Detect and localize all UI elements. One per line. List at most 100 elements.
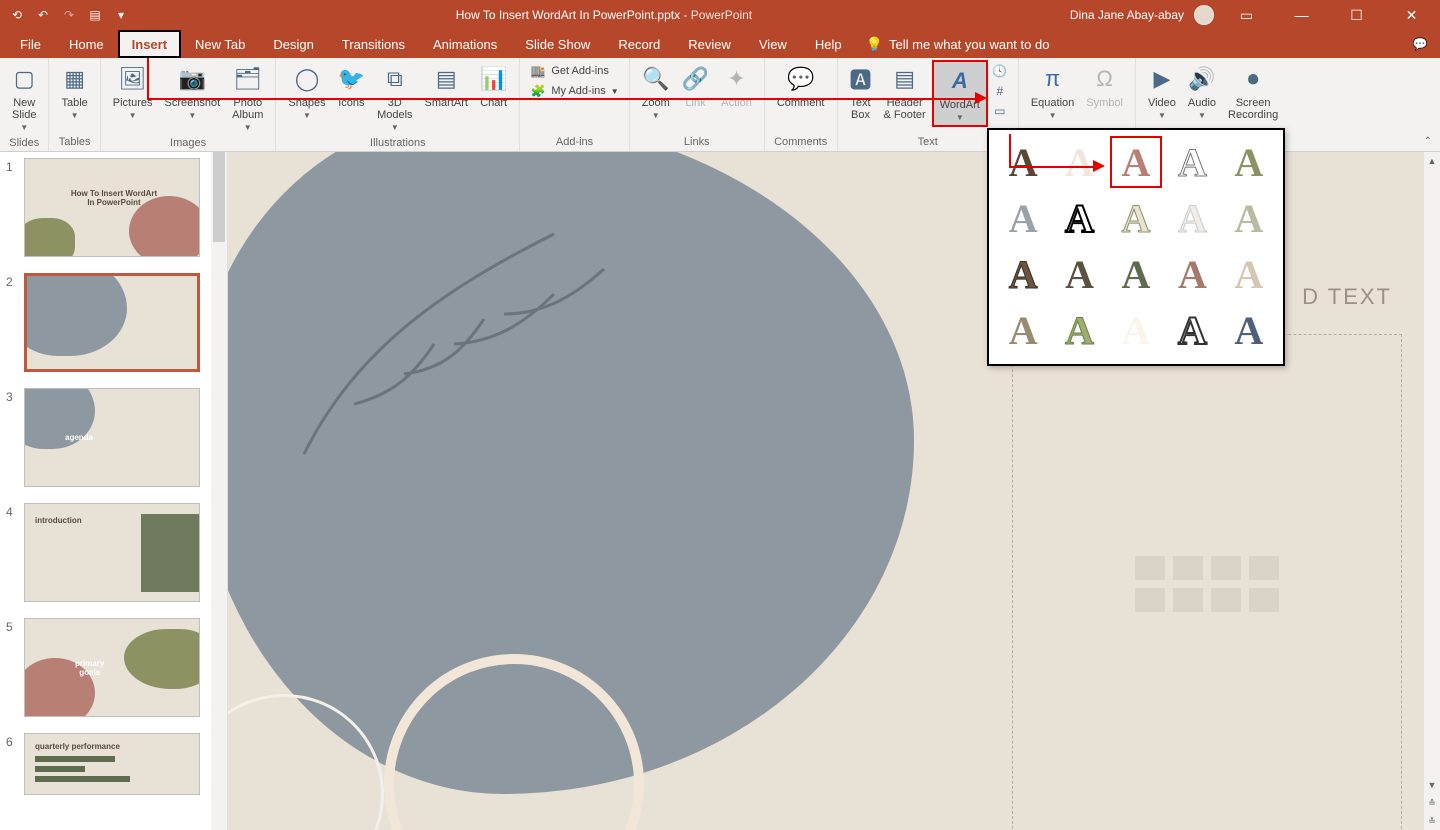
user-avatar[interactable] — [1194, 5, 1214, 25]
wordart-style-3-2[interactable]: A — [1110, 304, 1162, 356]
wordart-style-0-0[interactable]: A — [997, 136, 1049, 188]
puzzle-icon: 🧩 — [530, 83, 546, 99]
ribbon-display-options-icon[interactable]: ▭ — [1224, 0, 1269, 30]
tab-insert[interactable]: Insert — [118, 30, 181, 58]
share-icon[interactable]: 💬 — [1400, 30, 1440, 58]
thumbnail-4[interactable]: 4 introduction — [0, 503, 227, 602]
wordart-gallery[interactable]: AAAAAAAAAAAAAAAAAAAA — [987, 128, 1285, 366]
new-slide-button[interactable]: ▢ New Slide ▼ — [6, 60, 42, 135]
tell-me-search[interactable]: 💡 Tell me what you want to do — [866, 30, 1050, 58]
close-button[interactable]: ✕ — [1389, 0, 1434, 30]
shapes-button[interactable]: ◯ Shapes ▼ — [282, 60, 331, 123]
qat-customize-icon[interactable]: ▾ — [112, 6, 130, 24]
tab-home[interactable]: Home — [55, 30, 118, 58]
tab-design[interactable]: Design — [259, 30, 327, 58]
start-from-beginning-icon[interactable]: ▤ — [86, 6, 104, 24]
wordart-style-1-3[interactable]: A — [1166, 192, 1218, 244]
thumbnail-5[interactable]: 5 primary goals — [0, 618, 227, 717]
wordart-style-2-1[interactable]: A — [1053, 248, 1105, 300]
wordart-style-2-2[interactable]: A — [1110, 248, 1162, 300]
wordart-style-0-4[interactable]: A — [1223, 136, 1275, 188]
scroll-down-icon[interactable]: ▼ — [1424, 776, 1440, 794]
tab-review[interactable]: Review — [674, 30, 745, 58]
video-button[interactable]: ▶ Video ▼ — [1142, 60, 1182, 123]
equation-button[interactable]: π Equation ▼ — [1025, 60, 1080, 123]
wordart-style-3-3[interactable]: A — [1166, 304, 1218, 356]
wordart-style-1-2[interactable]: A — [1110, 192, 1162, 244]
insert-smartart-icon[interactable] — [1211, 556, 1241, 580]
thumbnail-2[interactable]: 2 — [0, 273, 227, 372]
title-placeholder-text[interactable]: D TEXT — [1302, 284, 1392, 310]
tab-transitions[interactable]: Transitions — [328, 30, 419, 58]
editor-vertical-scrollbar[interactable]: ▲ ▼ ≙ ≚ — [1424, 152, 1440, 830]
group-addins: 🏬Get Add-ins 🧩My Add-ins ▼ Add-ins — [520, 58, 629, 151]
new-slide-icon: ▢ — [14, 63, 35, 95]
table-button[interactable]: ▦ Table ▼ — [55, 60, 93, 123]
pictures-button[interactable]: 🖼 Pictures ▼ — [107, 60, 159, 123]
tab-record[interactable]: Record — [604, 30, 674, 58]
thumbnail-3[interactable]: 3 agenda — [0, 388, 227, 487]
wordart-style-3-4[interactable]: A — [1223, 304, 1275, 356]
insert-icon-icon[interactable] — [1249, 588, 1279, 612]
thumbnail-scrollbar[interactable] — [211, 152, 227, 830]
comment-button[interactable]: 💬 Comment — [771, 60, 831, 112]
smartart-button[interactable]: ▤ SmartArt — [419, 60, 474, 112]
wordart-style-1-0[interactable]: A — [997, 192, 1049, 244]
my-addins-button[interactable]: 🧩My Add-ins ▼ — [530, 83, 618, 99]
group-images: 🖼 Pictures ▼ 📷 Screenshot ▼ 🗂 Photo Albu… — [101, 58, 277, 151]
wordart-style-3-0[interactable]: A — [997, 304, 1049, 356]
audio-icon: 🔊 — [1188, 63, 1215, 95]
wordart-style-3-1[interactable]: A — [1053, 304, 1105, 356]
wordart-style-2-4[interactable]: A — [1223, 248, 1275, 300]
thumbnail-1[interactable]: 1 How To Insert WordArt In PowerPoint — [0, 158, 227, 257]
insert-online-picture-icon[interactable] — [1173, 588, 1203, 612]
date-time-button[interactable]: 🕓 — [992, 63, 1008, 79]
chevron-down-icon: ▼ — [1158, 111, 1166, 120]
wordart-style-1-4[interactable]: A — [1223, 192, 1275, 244]
zoom-button[interactable]: 🔍 Zoom ▼ — [636, 60, 676, 123]
insert-chart-icon[interactable] — [1173, 556, 1203, 580]
collapse-ribbon-icon[interactable]: ⌃ — [1424, 136, 1432, 147]
tab-newtab[interactable]: New Tab — [181, 30, 259, 58]
tab-help[interactable]: Help — [801, 30, 856, 58]
icons-icon: 🐦 — [338, 63, 365, 95]
wordart-style-2-3[interactable]: A — [1166, 248, 1218, 300]
photo-album-icon: 🗂 — [234, 63, 262, 95]
autosave-icon[interactable]: ⟲ — [8, 6, 26, 24]
minimize-button[interactable]: — — [1279, 0, 1324, 30]
slide-thumbnail-panel[interactable]: 1 How To Insert WordArt In PowerPoint 2 … — [0, 152, 228, 830]
thumbnail-6[interactable]: 6 quarterly performance — [0, 733, 227, 795]
get-addins-button[interactable]: 🏬Get Add-ins — [530, 63, 618, 79]
previous-slide-icon[interactable]: ≙ — [1424, 794, 1440, 812]
insert-video-icon[interactable] — [1211, 588, 1241, 612]
icons-button[interactable]: 🐦 Icons — [332, 60, 371, 112]
insert-table-icon[interactable] — [1135, 556, 1165, 580]
document-name: How To Insert WordArt In PowerPoint.pptx — [456, 8, 680, 22]
maximize-button[interactable]: ☐ — [1334, 0, 1379, 30]
next-slide-icon[interactable]: ≚ — [1424, 812, 1440, 830]
audio-button[interactable]: 🔊 Audio ▼ — [1182, 60, 1222, 123]
tab-slideshow[interactable]: Slide Show — [511, 30, 604, 58]
wordart-style-0-2[interactable]: A — [1110, 136, 1162, 188]
wordart-style-1-1[interactable]: A — [1053, 192, 1105, 244]
slide-number-button[interactable]: # — [992, 83, 1008, 99]
header-footer-button[interactable]: ▤ Header & Footer — [878, 60, 932, 124]
screen-recording-button[interactable]: ⏺ Screen Recording — [1222, 60, 1284, 124]
object-button[interactable]: ▭ — [992, 103, 1008, 119]
redo-icon[interactable]: ↷ — [60, 6, 78, 24]
undo-icon[interactable]: ↶ — [34, 6, 52, 24]
tab-view[interactable]: View — [745, 30, 801, 58]
content-placeholder[interactable] — [1012, 334, 1402, 830]
scroll-up-icon[interactable]: ▲ — [1424, 152, 1440, 170]
tab-animations[interactable]: Animations — [419, 30, 511, 58]
screen-recording-icon: ⏺ — [1248, 63, 1259, 95]
insert-picture-icon[interactable] — [1135, 588, 1165, 612]
tab-file[interactable]: File — [6, 30, 55, 58]
insert-3d-icon[interactable] — [1249, 556, 1279, 580]
screenshot-button[interactable]: 📷 Screenshot ▼ — [159, 60, 227, 123]
wordart-style-2-0[interactable]: A — [997, 248, 1049, 300]
chart-button[interactable]: 📊 Chart — [474, 60, 513, 112]
text-box-button[interactable]: 🅰 Text Box — [844, 60, 878, 124]
pictures-icon: 🖼 — [119, 63, 147, 95]
wordart-style-0-3[interactable]: A — [1166, 136, 1218, 188]
